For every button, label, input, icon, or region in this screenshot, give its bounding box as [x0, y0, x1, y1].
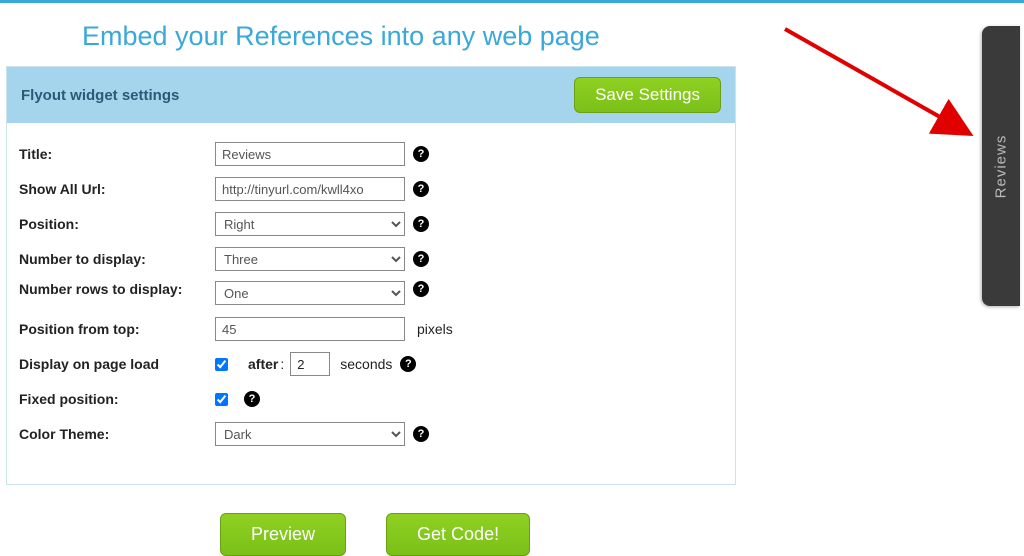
- fixed-position-controls: ?: [215, 391, 260, 407]
- display-load-controls: after : seconds ?: [215, 352, 416, 376]
- label-fixed-position: Fixed position:: [19, 391, 215, 407]
- row-display-load: Display on page load after : seconds ?: [19, 351, 723, 377]
- help-icon[interactable]: ?: [413, 281, 429, 297]
- checkbox-display-load[interactable]: [215, 358, 228, 371]
- flyout-tab-label: Reviews: [993, 134, 1010, 198]
- label-pos-top: Position from top:: [19, 321, 215, 337]
- select-position[interactable]: Right: [215, 212, 405, 236]
- settings-panel: Flyout widget settings Save Settings Tit…: [6, 66, 736, 485]
- help-icon[interactable]: ?: [400, 356, 416, 372]
- row-pos-top: Position from top: pixels: [19, 316, 723, 342]
- input-title[interactable]: [215, 142, 405, 166]
- get-code-button[interactable]: Get Code!: [386, 513, 530, 556]
- label-num-display: Number to display:: [19, 251, 215, 267]
- unit-seconds: seconds: [340, 356, 392, 372]
- unit-pixels: pixels: [417, 321, 453, 337]
- help-icon[interactable]: ?: [413, 146, 429, 162]
- top-accent-bar: [0, 0, 1024, 3]
- label-color-theme: Color Theme:: [19, 426, 215, 442]
- checkbox-fixed-position[interactable]: [215, 393, 228, 406]
- row-title: Title: ?: [19, 141, 723, 167]
- flyout-tab[interactable]: Reviews: [982, 26, 1020, 306]
- help-icon[interactable]: ?: [413, 251, 429, 267]
- help-icon[interactable]: ?: [413, 181, 429, 197]
- after-label: after: [248, 356, 278, 372]
- label-position: Position:: [19, 216, 215, 232]
- help-icon[interactable]: ?: [244, 391, 260, 407]
- select-num-rows[interactable]: One: [215, 281, 405, 305]
- page-title: Embed your References into any web page: [82, 21, 1024, 52]
- row-num-rows: Number rows to display: One ?: [19, 281, 723, 307]
- input-show-all-url[interactable]: [215, 177, 405, 201]
- row-color-theme: Color Theme: Dark ?: [19, 421, 723, 447]
- save-settings-button[interactable]: Save Settings: [574, 77, 721, 113]
- row-show-all-url: Show All Url: ?: [19, 176, 723, 202]
- label-display-load: Display on page load: [19, 356, 215, 372]
- row-position: Position: Right ?: [19, 211, 723, 237]
- form-body: Title: ? Show All Url: ? Position: Right…: [7, 123, 735, 484]
- row-fixed-position: Fixed position: ?: [19, 386, 723, 412]
- select-color-theme[interactable]: Dark: [215, 422, 405, 446]
- label-num-rows: Number rows to display:: [19, 281, 215, 297]
- help-icon[interactable]: ?: [413, 216, 429, 232]
- after-colon: :: [280, 356, 284, 372]
- panel-title: Flyout widget settings: [21, 87, 179, 104]
- select-num-display[interactable]: Three: [215, 247, 405, 271]
- row-num-display: Number to display: Three ?: [19, 246, 723, 272]
- label-title: Title:: [19, 146, 215, 162]
- footer-buttons: Preview Get Code!: [220, 513, 1024, 556]
- input-pos-top[interactable]: [215, 317, 405, 341]
- input-after-seconds[interactable]: [290, 352, 330, 376]
- label-show-all-url: Show All Url:: [19, 181, 215, 197]
- help-icon[interactable]: ?: [413, 426, 429, 442]
- preview-button[interactable]: Preview: [220, 513, 346, 556]
- panel-header: Flyout widget settings Save Settings: [7, 67, 735, 123]
